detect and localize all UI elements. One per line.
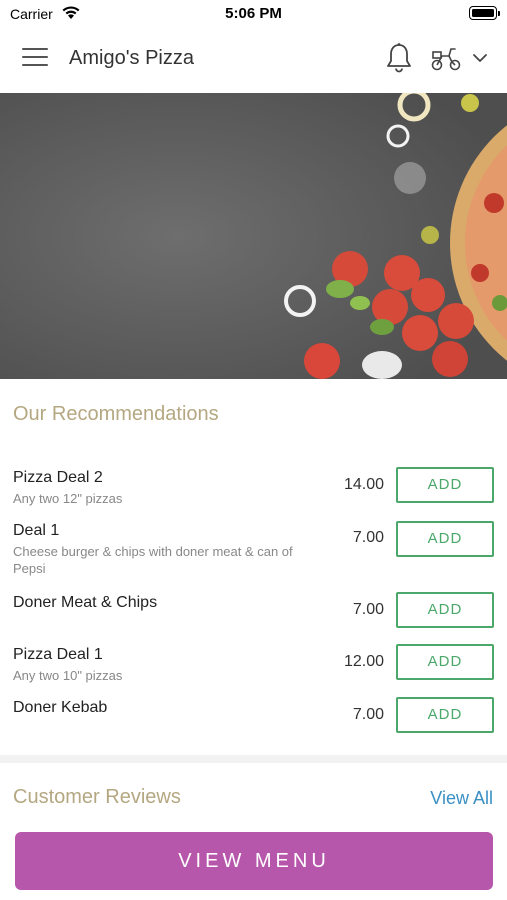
recommendations-title: Our Recommendations (13, 403, 219, 425)
recommendations-section: Our Recommendations Pizza Deal 2 Any two… (0, 379, 507, 755)
pizza-banner-image (0, 93, 507, 379)
menu-item: Pizza Deal 2 Any two 12" pizzas 14.00 AD… (0, 467, 507, 509)
battery-icon (469, 6, 500, 20)
menu-item: Doner Kebab 7.00 ADD (0, 697, 507, 735)
chevron-down-icon[interactable] (472, 52, 488, 64)
reviews-title: Customer Reviews (13, 786, 181, 808)
item-description: Cheese burger & chips with doner meat & … (13, 544, 293, 576)
bell-icon[interactable] (384, 42, 414, 74)
section-divider (0, 755, 507, 763)
app-header: Amigo's Pizza (0, 26, 507, 93)
item-name: Doner Kebab (13, 699, 108, 716)
view-all-reviews-link[interactable]: View All (430, 788, 493, 809)
status-time: 5:06 PM (225, 5, 282, 22)
item-name: Pizza Deal 2 (13, 469, 103, 486)
add-button[interactable]: ADD (396, 592, 494, 628)
item-price: 14.00 (343, 476, 384, 493)
hero-banner (0, 93, 507, 379)
item-price: 7.00 (352, 601, 384, 618)
menu-item: Doner Meat & Chips 7.00 ADD (0, 592, 507, 630)
add-button[interactable]: ADD (396, 467, 494, 503)
item-price: 7.00 (352, 706, 384, 723)
view-menu-button[interactable]: VIEW MENU (15, 832, 493, 890)
restaurant-title: Amigo's Pizza (69, 47, 194, 69)
scooter-icon[interactable] (430, 44, 462, 72)
menu-item: Pizza Deal 1 Any two 10" pizzas 12.00 AD… (0, 644, 507, 686)
item-name: Doner Meat & Chips (13, 594, 158, 611)
menu-item: Deal 1 Cheese burger & chips with doner … (0, 521, 507, 580)
add-button[interactable]: ADD (396, 697, 494, 733)
hamburger-menu-icon[interactable] (22, 48, 48, 70)
item-price: 12.00 (343, 653, 384, 670)
item-name: Deal 1 (13, 522, 60, 539)
add-button[interactable]: ADD (396, 644, 494, 680)
item-price: 7.00 (352, 529, 384, 546)
status-bar: Carrier 5:06 PM (0, 0, 507, 26)
item-description: Any two 12" pizzas (13, 491, 123, 506)
item-description: Any two 10" pizzas (13, 668, 123, 683)
add-button[interactable]: ADD (396, 521, 494, 557)
item-name: Pizza Deal 1 (13, 646, 103, 663)
